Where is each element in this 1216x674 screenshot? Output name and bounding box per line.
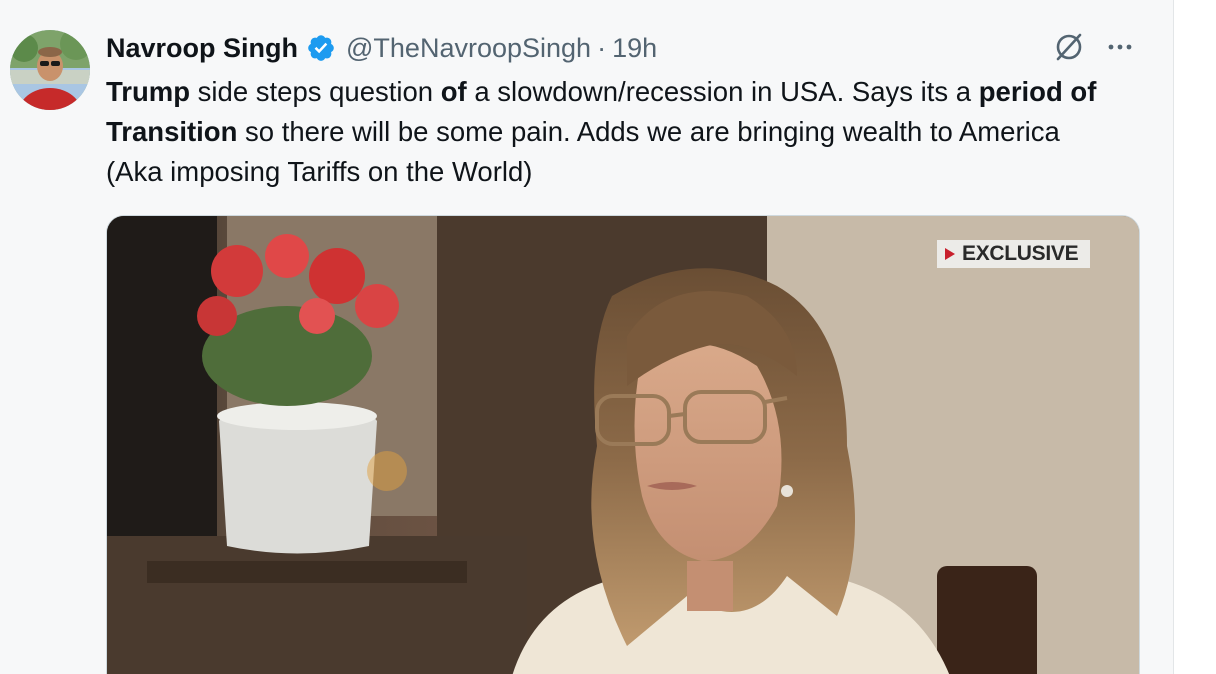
- more-options-icon[interactable]: [1104, 31, 1136, 63]
- tweet-actions: [1052, 30, 1136, 64]
- text-segment: side steps question: [190, 76, 441, 107]
- user-handle[interactable]: @TheNavroopSingh: [346, 33, 591, 64]
- exclusive-label: EXCLUSIVE: [962, 242, 1079, 265]
- timestamp[interactable]: 19h: [612, 33, 657, 64]
- text-segment: a slowdown/recession in USA. Says its a: [466, 76, 979, 107]
- user-avatar[interactable]: [10, 30, 90, 110]
- avatar-photo: [10, 30, 90, 110]
- tweet-text: Trump side steps question of a slowdown/…: [106, 72, 1116, 192]
- tweet-header: Navroop Singh @TheNavroopSingh · 19h: [106, 28, 657, 68]
- play-arrow-icon: [945, 248, 955, 260]
- tweet-card[interactable]: Navroop Singh @TheNavroopSingh · 19h Tru…: [0, 0, 1174, 674]
- display-name[interactable]: Navroop Singh: [106, 33, 298, 64]
- video-thumbnail: [107, 216, 1139, 674]
- text-segment: so there will be some pain. Adds we are …: [106, 116, 1060, 187]
- text-segment-bold: Trump: [106, 76, 191, 107]
- verified-badge-icon[interactable]: [306, 33, 336, 63]
- exclusive-badge: EXCLUSIVE: [937, 240, 1091, 268]
- text-segment-bold: of: [440, 76, 467, 107]
- tweet-media-video[interactable]: EXCLUSIVE: [106, 215, 1140, 674]
- separator-dot: ·: [597, 32, 607, 63]
- grok-icon[interactable]: [1052, 30, 1086, 64]
